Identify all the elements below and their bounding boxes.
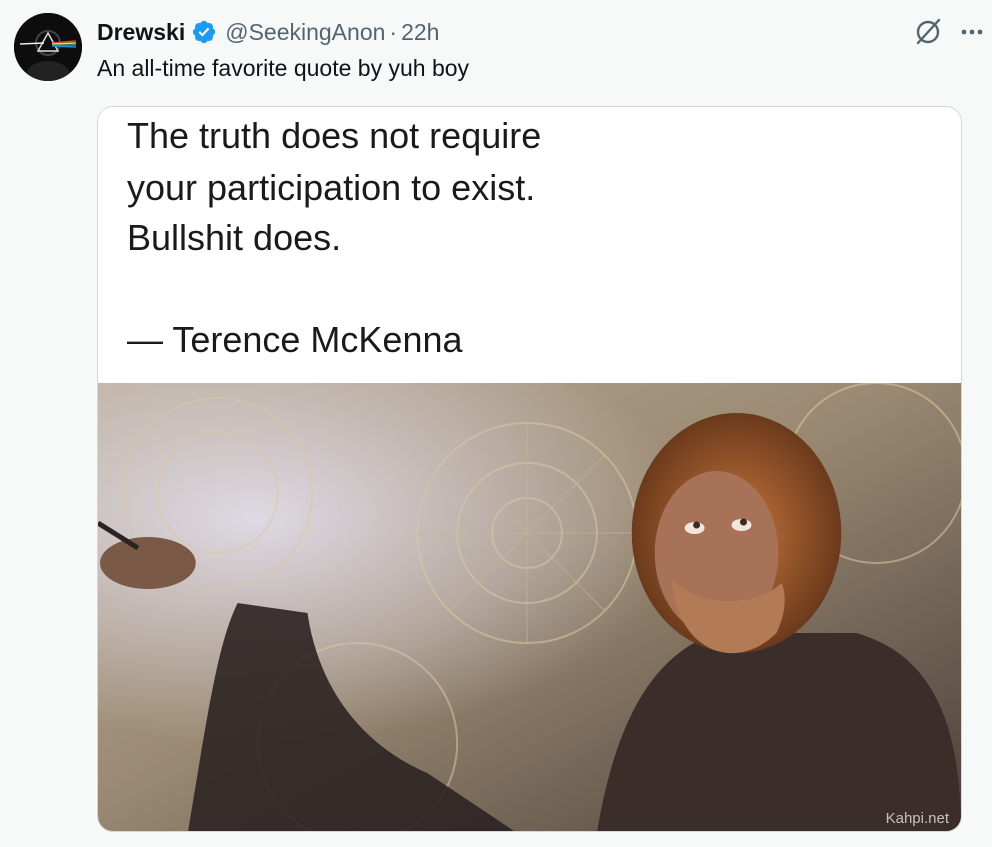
quote-line: The truth does not require xyxy=(127,115,542,156)
tweet-media[interactable]: The truth does not require your particip… xyxy=(97,106,962,832)
prism-avatar-image xyxy=(14,13,82,81)
separator-dot: · xyxy=(389,18,398,45)
avatar[interactable] xyxy=(14,13,82,81)
tweet-timestamp[interactable]: 22h xyxy=(401,19,439,46)
quote-text-area: The truth does not require your particip… xyxy=(98,107,961,383)
grok-icon[interactable] xyxy=(912,15,944,47)
verified-badge-icon xyxy=(191,19,217,45)
author-handle[interactable]: @SeekingAnon xyxy=(225,19,385,46)
tweet-text: An all-time favorite quote by yuh boy xyxy=(97,55,470,81)
watermark: Kahpi.net xyxy=(885,810,949,827)
more-options-icon[interactable] xyxy=(955,18,987,46)
tweet-header: Drewski @SeekingAnon · 22h xyxy=(97,17,439,47)
mckenna-photo-image xyxy=(98,383,961,831)
quote-line: Bullshit does. xyxy=(127,217,342,258)
quote-line: your participation to exist. xyxy=(127,167,536,208)
quote-attribution: — Terence McKenna xyxy=(127,319,463,360)
author-name[interactable]: Drewski xyxy=(97,19,185,46)
